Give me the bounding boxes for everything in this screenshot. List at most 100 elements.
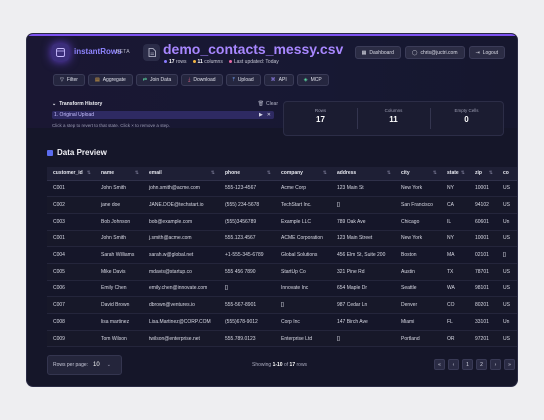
table-row[interactable]: C004 Sarah Williams sarah.w@global.net +1-5… [47,246,517,264]
stat-empty-cells: Empty Cells 0 [430,102,503,135]
sort-icon: ⇅ [386,170,391,177]
table-cell: Tom Wilson [95,330,143,347]
table-cell: New York [395,180,441,198]
table-row[interactable]: C008 lisa martinez Lisa.Martinez@CORP.COM(… [47,313,517,331]
table-cell: Un [497,213,517,231]
sort-icon: ⇅ [210,170,215,177]
pagination: « ‹ 1 2 › » [434,359,515,370]
column-header[interactable]: address ⇅ [331,167,395,181]
table-row[interactable]: C009 Tom Wilson twilson@enterprise.net 555.… [47,330,517,347]
column-header[interactable]: name ⇅ [95,167,143,181]
history-step[interactable]: 1. Original Upload ▶ ✕ [52,111,274,119]
data-table-container[interactable]: customer_id ⇅ name ⇅ email ⇅ phone ⇅ company ⇅ add… [47,167,517,347]
dashboard-button[interactable]: ▦ Dashboard [354,46,401,59]
app-name[interactable]: instantRows [74,47,122,56]
close-icon[interactable]: ✕ [267,111,271,119]
next-page-button[interactable]: › [490,359,501,370]
header-actions: ▦ Dashboard ◯ chris@juctri.com ⇥ Logout [354,46,505,59]
column-header[interactable]: city ⇅ [395,167,441,181]
table-row[interactable]: C002 jane doe JANE.DOE@techstart.io (555) 2… [47,196,517,214]
table-header-row: customer_id ⇅ name ⇅ email ⇅ phone ⇅ company ⇅ add… [47,167,517,181]
table-row[interactable]: C001 John Smith j.smith@acme.com 555.123.45… [47,230,517,248]
table-cell: NY [441,230,469,248]
table-cell: CA [441,196,469,214]
table-cell: (555)3456789 [219,213,275,231]
column-header[interactable]: co [497,167,517,181]
chevron-down-icon: ⌄ [52,101,57,107]
sort-icon: ⇅ [322,170,327,177]
join-data-button[interactable]: ⇄ Join Data [135,74,179,86]
table-cell: IL [441,213,469,231]
table-cell: Portland [395,330,441,347]
table-cell: US [497,280,517,298]
table-cell: TX [441,263,469,281]
table-row[interactable]: C003 Bob Johnson bob@example.com (555)34567… [47,213,517,231]
page-1-button[interactable]: 1 [462,359,473,370]
aggregate-button[interactable]: ▤ Aggregate [87,74,133,86]
table-row[interactable]: C006 Emily Chen emily.chen@innovate.com[] I… [47,280,517,298]
table-cell: Denver [395,296,441,314]
table-cell: 555-123-4567 [219,180,275,198]
play-icon[interactable]: ▶ [259,111,263,119]
table-cell: twilson@enterprise.net [143,330,219,347]
table-cell: C005 [47,263,95,281]
clear-history-button[interactable]: 🗑 Clear [258,101,278,107]
table-icon [47,149,53,156]
last-page-button[interactable]: » [504,359,515,370]
transform-history-header[interactable]: ⌄ Transform History [52,101,278,107]
stat-columns: Columns 11 [357,102,430,135]
upload-icon: ⤒ [232,77,235,83]
table-cell: [] [497,246,517,264]
table-cell: emily.chen@innovate.com [143,280,219,298]
logout-button[interactable]: ⇥ Logout [468,46,505,59]
column-header[interactable]: zip ⇅ [469,167,497,181]
mcp-button[interactable]: ◈ MCP [296,74,329,86]
table-cell: +1-555-345-6789 [219,246,275,264]
prev-page-button[interactable]: ‹ [448,359,459,370]
first-page-button[interactable]: « [434,359,445,370]
table-cell: [] [275,296,331,314]
api-button[interactable]: ⌘ API [263,74,294,86]
table-cell: 456 Elm St, Suite 200 [331,246,395,264]
table-cell: TechStart Inc. [275,196,331,214]
table-cell: Boston [395,246,441,264]
table-row[interactable]: C001 John Smith john.smith@acme.com 555-123… [47,180,517,198]
history-hint: Click a step to revert to that state. Cl… [52,123,170,128]
app-logo-icon [52,44,69,61]
filter-button[interactable]: ▽ Filter [53,74,85,86]
upload-button[interactable]: ⤒ Upload [225,74,261,86]
column-header[interactable]: company ⇅ [275,167,331,181]
table-cell: 654 Maple Dr [331,280,395,298]
download-button[interactable]: ⤓ Download [181,74,223,86]
page-2-button[interactable]: 2 [476,359,487,370]
table-cell: 555.789.0123 [219,330,275,347]
table-cell: C002 [47,196,95,214]
table-cell: US [497,230,517,248]
column-header[interactable]: state ⇅ [441,167,469,181]
table-cell: US [497,330,517,347]
table-cell: David Brown [95,296,143,314]
table-cell: WA [441,280,469,298]
table-cell: jane doe [95,196,143,214]
table-cell: Innovate Inc [275,280,331,298]
table-cell: MA [441,246,469,264]
table-cell: OR [441,330,469,347]
table-cell: CO [441,296,469,314]
table-cell: Chicago [395,213,441,231]
user-menu-button[interactable]: ◯ chris@juctri.com [404,46,465,59]
columns-meta: 11 columns [192,59,223,65]
table-cell: C009 [47,330,95,347]
sort-icon: ⇅ [432,170,437,177]
rows-per-page-select[interactable]: Rows per page: 10 ⌄ [47,355,122,375]
table-row[interactable]: C007 David Brown dbrown@ventures.io 555-567… [47,296,517,314]
column-header[interactable]: email ⇅ [143,167,219,181]
table-cell: 02101 [469,246,497,264]
column-header[interactable]: customer_id ⇅ [47,167,95,181]
table-cell: 987 Cedar Ln [331,296,395,314]
table-row[interactable]: C005 Mike Davis mdavis@startup.co 555 456 7… [47,263,517,281]
file-icon [143,44,160,61]
column-header[interactable]: phone ⇅ [219,167,275,181]
table-cell: C008 [47,313,95,331]
table-cell: [] [331,330,395,347]
table-cell: John Smith [95,180,143,198]
